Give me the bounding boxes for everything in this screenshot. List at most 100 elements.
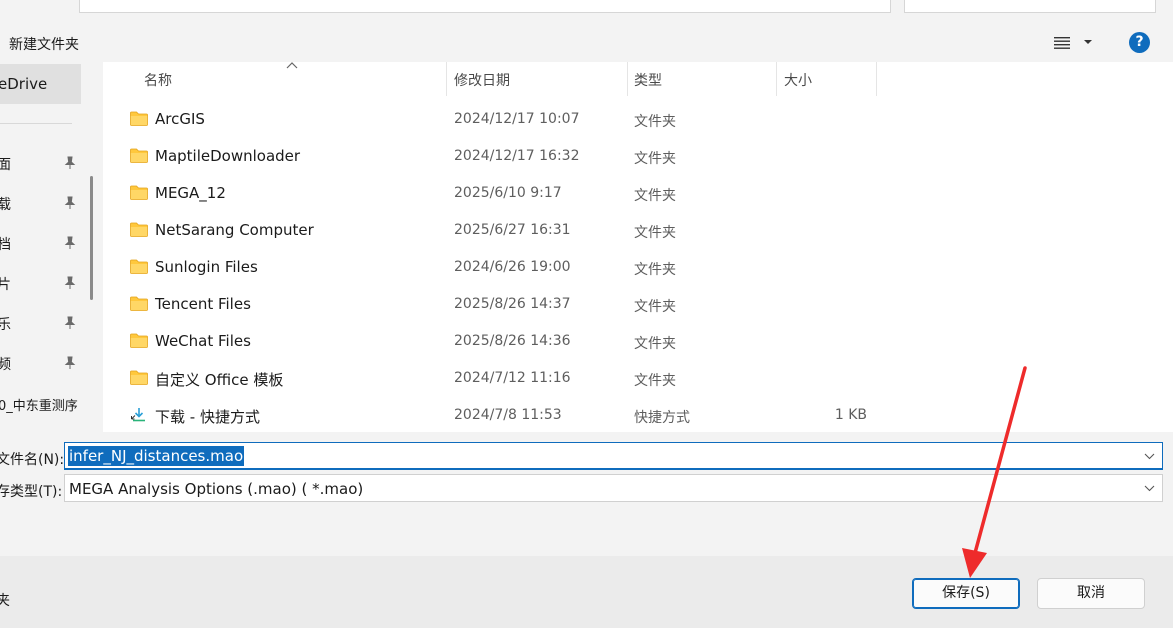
folder-icon bbox=[130, 259, 148, 274]
chevron-down-icon[interactable] bbox=[1144, 485, 1155, 492]
file-date: 2024/12/17 16:32 bbox=[454, 148, 580, 164]
file-row[interactable]: MEGA_12 2025/6/10 9:17 文件夹 bbox=[103, 175, 1173, 212]
column-header-name[interactable]: 名称 bbox=[103, 62, 446, 96]
column-header-label: 名称 bbox=[144, 73, 172, 89]
nav-item-folder[interactable]: 0_中东重测序 bbox=[0, 395, 78, 414]
file-row[interactable]: NetSarang Computer 2025/6/27 16:31 文件夹 bbox=[103, 212, 1173, 249]
file-size: 1 KB bbox=[834, 407, 867, 423]
filetype-select[interactable]: MEGA Analysis Options (.mao) ( *.mao) bbox=[64, 474, 1163, 502]
nav-item-label: 面 bbox=[0, 157, 11, 173]
hide-folders-toggle[interactable]: 夹 bbox=[0, 590, 10, 610]
file-row[interactable]: Sunlogin Files 2024/6/26 19:00 文件夹 bbox=[103, 249, 1173, 286]
file-row[interactable]: MaptileDownloader 2024/12/17 16:32 文件夹 bbox=[103, 138, 1173, 175]
file-type: 文件夹 bbox=[634, 299, 676, 315]
file-type: 文件夹 bbox=[634, 188, 676, 204]
file-row[interactable]: 下载 - 快捷方式 2024/7/8 11:53 快捷方式 1 KB bbox=[103, 397, 1173, 434]
pin-icon bbox=[64, 196, 76, 209]
filename-value: infer_NJ_distances.mao bbox=[68, 446, 245, 466]
file-row[interactable]: ArcGIS 2024/12/17 10:07 文件夹 bbox=[103, 101, 1173, 138]
address-bar[interactable] bbox=[79, 0, 891, 13]
folder-icon bbox=[130, 222, 148, 237]
folder-icon bbox=[130, 296, 148, 311]
file-type: 文件夹 bbox=[634, 114, 676, 130]
file-date: 2025/8/26 14:36 bbox=[454, 333, 571, 349]
pin-icon bbox=[64, 356, 76, 369]
file-date: 2024/7/12 11:16 bbox=[454, 370, 571, 386]
folder-icon bbox=[130, 185, 148, 200]
file-date: 2024/12/17 10:07 bbox=[454, 111, 580, 127]
folder-icon bbox=[130, 370, 148, 385]
nav-item-label: 频 bbox=[0, 357, 11, 373]
file-type: 文件夹 bbox=[634, 336, 676, 352]
pin-icon bbox=[64, 156, 76, 169]
navigation-pane: eDrive 面 载 档 片 乐 频 0_中东重测序 bbox=[0, 62, 103, 432]
column-header-size[interactable]: 大小 bbox=[777, 62, 877, 96]
nav-item-pictures[interactable]: 片 bbox=[0, 274, 90, 294]
nav-item-label: 载 bbox=[0, 197, 11, 213]
file-name: WeChat Files bbox=[155, 332, 251, 350]
pin-icon bbox=[64, 236, 76, 249]
file-name: 下载 - 快捷方式 bbox=[155, 408, 260, 426]
file-list: 名称 修改日期 类型 大小 ArcGIS 2024/12/17 10:07 文件… bbox=[103, 62, 1173, 432]
file-name: Tencent Files bbox=[155, 295, 251, 313]
address-bar-area bbox=[0, 0, 1173, 24]
sort-ascending-icon bbox=[286, 62, 298, 69]
file-date: 2025/6/27 16:31 bbox=[454, 222, 571, 238]
cancel-button[interactable]: 取消 bbox=[1037, 578, 1145, 609]
nav-item-music[interactable]: 乐 bbox=[0, 314, 90, 334]
nav-item-videos[interactable]: 频 bbox=[0, 354, 90, 374]
pin-icon bbox=[64, 316, 76, 329]
nav-scrollbar[interactable] bbox=[90, 176, 93, 300]
column-header-label: 类型 bbox=[634, 73, 662, 89]
filename-input[interactable]: infer_NJ_distances.mao bbox=[64, 442, 1163, 470]
file-date: 2024/7/8 11:53 bbox=[454, 407, 562, 423]
nav-item-documents[interactable]: 档 bbox=[0, 234, 90, 254]
filetype-label: 存类型(T): bbox=[0, 484, 63, 500]
nav-item-desktop[interactable]: 面 bbox=[0, 154, 90, 174]
nav-item-label: 乐 bbox=[0, 317, 11, 333]
save-button[interactable]: 保存(S) bbox=[912, 578, 1020, 609]
shortcut-icon bbox=[131, 408, 145, 422]
file-name: MEGA_12 bbox=[155, 184, 226, 202]
file-date: 2024/6/26 19:00 bbox=[454, 259, 571, 275]
file-row[interactable]: 自定义 Office 模板 2024/7/12 11:16 文件夹 bbox=[103, 360, 1173, 397]
nav-item-label: 档 bbox=[0, 237, 11, 253]
search-box[interactable] bbox=[904, 0, 1156, 13]
column-header-type[interactable]: 类型 bbox=[628, 62, 776, 96]
file-type: 文件夹 bbox=[634, 151, 676, 167]
column-divider[interactable] bbox=[876, 62, 877, 96]
file-name: 自定义 Office 模板 bbox=[155, 371, 284, 389]
file-type: 快捷方式 bbox=[634, 410, 690, 426]
column-header-date[interactable]: 修改日期 bbox=[447, 62, 627, 96]
file-row[interactable]: Tencent Files 2025/8/26 14:37 文件夹 bbox=[103, 286, 1173, 323]
chevron-down-icon[interactable] bbox=[1083, 38, 1093, 46]
file-type: 文件夹 bbox=[634, 373, 676, 389]
save-form: 文件名(N): infer_NJ_distances.mao 存类型(T): M… bbox=[0, 432, 1173, 556]
column-header-label: 修改日期 bbox=[454, 73, 510, 89]
folder-icon bbox=[130, 148, 148, 163]
file-name: MaptileDownloader bbox=[155, 147, 301, 165]
file-type: 文件夹 bbox=[634, 262, 676, 278]
file-date: 2025/8/26 14:37 bbox=[454, 296, 571, 312]
column-header-label: 大小 bbox=[784, 73, 812, 89]
filetype-value: MEGA Analysis Options (.mao) ( *.mao) bbox=[69, 480, 364, 498]
pin-icon bbox=[64, 276, 76, 289]
new-folder-button[interactable]: 新建文件夹 bbox=[9, 34, 79, 54]
list-view-icon[interactable] bbox=[1054, 37, 1070, 49]
filename-label: 文件名(N): bbox=[0, 452, 65, 468]
folder-icon bbox=[130, 111, 148, 126]
file-name: Sunlogin Files bbox=[155, 258, 258, 276]
dialog-footer: 夹 保存(S) 取消 bbox=[0, 556, 1173, 628]
command-bar: 新建文件夹 ? bbox=[0, 24, 1173, 62]
nav-item-onedrive[interactable]: eDrive bbox=[0, 64, 81, 104]
nav-item-label: 片 bbox=[0, 277, 11, 293]
nav-item-label: eDrive bbox=[0, 75, 48, 93]
file-name: NetSarang Computer bbox=[155, 221, 314, 239]
nav-item-downloads[interactable]: 载 bbox=[0, 194, 90, 214]
file-row[interactable]: WeChat Files 2025/8/26 14:36 文件夹 bbox=[103, 323, 1173, 360]
chevron-down-icon[interactable] bbox=[1144, 453, 1155, 460]
help-icon[interactable]: ? bbox=[1129, 32, 1150, 53]
nav-divider bbox=[0, 123, 72, 124]
file-type: 文件夹 bbox=[634, 225, 676, 241]
folder-icon bbox=[130, 333, 148, 348]
